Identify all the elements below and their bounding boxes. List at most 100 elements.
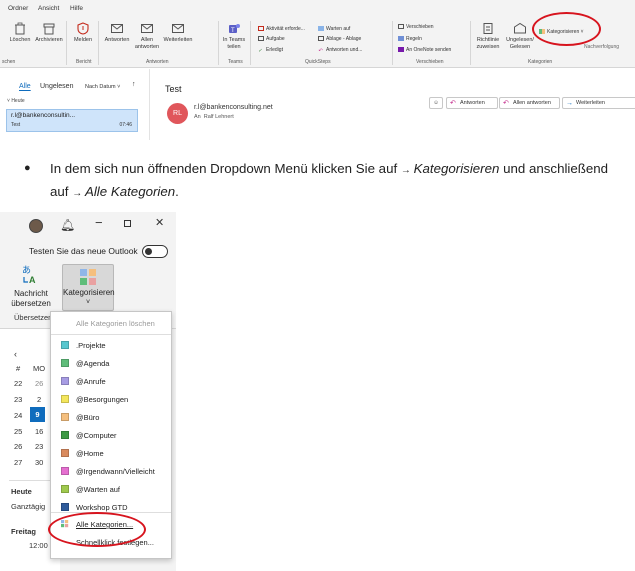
arrow-icon: → [400, 165, 414, 176]
category-item[interactable]: @Agenda [59, 355, 169, 372]
category-item[interactable]: @Computer [59, 427, 169, 444]
ribbon-divider [98, 21, 99, 65]
quickstep-filing[interactable]: Ablage - Ablage [318, 36, 361, 42]
report-button[interactable]: Melden [70, 22, 96, 44]
archive-icon [43, 23, 55, 35]
reply-all-label: Allen antworten [513, 100, 551, 106]
section-header: ˅ Heute [7, 98, 25, 104]
rules-button[interactable]: Regeln [398, 36, 422, 42]
highlight-circle [532, 12, 601, 46]
event-time: 12:00 [29, 541, 48, 550]
minimize-icon[interactable]: − [95, 215, 103, 230]
avatar[interactable] [29, 219, 43, 233]
category-color-swatch [61, 449, 69, 457]
share-teams-button[interactable]: T In Teams teilen [221, 22, 247, 50]
mail-time: 07:46 [119, 122, 132, 128]
calendar-day[interactable]: 26 [35, 379, 43, 388]
instruction-emphasis: Alle Kategorien [84, 184, 176, 199]
forward-button[interactable]: Weiterleiten [162, 22, 194, 44]
instruction-part: . [175, 184, 179, 199]
category-item[interactable]: @Irgendwann/Vielleicht [59, 463, 169, 480]
report-label: Melden [73, 37, 93, 43]
category-color-swatch [61, 485, 69, 493]
chevron-down-icon: ˅ [85, 298, 91, 306]
svg-text:A: A [29, 275, 36, 285]
tab-unread[interactable]: Ungelesen [40, 83, 73, 90]
forward-label: Weiterleiten [163, 37, 193, 43]
menu-bar: Ordner Ansicht Hilfe [0, 0, 635, 16]
quickstep-reply[interactable]: ↶ Antworten und... [318, 47, 362, 54]
calendar-day[interactable]: 2 [37, 395, 41, 404]
menu-ansicht[interactable]: Ansicht [38, 5, 59, 12]
archive-button[interactable]: Archivieren [34, 22, 64, 44]
calendar-day[interactable]: 30 [35, 458, 43, 467]
onenote-button[interactable]: An OneNote senden [398, 47, 451, 53]
clear-all-label: Alle Kategorien löschen [76, 319, 155, 328]
tab-all[interactable]: Alle [19, 83, 31, 90]
followup-button[interactable]: Nachverfolgung [584, 44, 619, 50]
reply-all-button[interactable]: Allen antworten [133, 22, 161, 50]
category-item[interactable]: @Büro [59, 409, 169, 426]
category-color-swatch [61, 503, 69, 511]
task-icon [258, 36, 264, 41]
new-outlook-toggle[interactable] [142, 245, 168, 258]
reading-reply-button[interactable]: ↶ Antworten [446, 97, 498, 109]
quickstep-waiting[interactable]: Warten auf [318, 26, 350, 32]
sort-direction-icon[interactable]: ↑ [132, 81, 136, 88]
mail-list-pane: Alle Ungelesen Nach Datum ˅ ↑ ˅ Heute r.… [0, 69, 150, 140]
clear-all-categories-item[interactable]: Alle Kategorien löschen [59, 315, 169, 332]
quickstep-label: Aufgabe [266, 36, 285, 42]
reply-arrow-icon: ↶ [318, 48, 323, 54]
policy-button[interactable]: Richtlinie zuweisen [474, 22, 502, 50]
calendar-day[interactable]: 23 [35, 442, 43, 451]
forward-arrow-icon: → [566, 100, 573, 107]
reply-button[interactable]: Antworten [102, 22, 132, 44]
group-label: Bericht [76, 59, 92, 65]
svg-text:T: T [231, 28, 235, 34]
menu-ordner[interactable]: Ordner [8, 5, 28, 12]
categorize-dropdown-button[interactable]: Kategorisieren ˅ [62, 264, 115, 311]
move-button[interactable]: Verschieben [398, 24, 434, 30]
mail-list-item[interactable]: r.l@bankenconsultin... Test 07:46 [6, 109, 138, 132]
translate-button[interactable]: あA Nachricht übersetzen [6, 264, 56, 308]
menu-hilfe[interactable]: Hilfe [70, 5, 83, 12]
restore-icon[interactable] [124, 220, 131, 227]
close-icon[interactable]: ✕ [155, 216, 164, 229]
mail-sender: r.l@bankenconsultin... [11, 112, 76, 119]
open-envelope-icon [514, 22, 526, 34]
delete-button[interactable]: Löschen [8, 22, 32, 44]
ribbon-divider [218, 21, 219, 65]
category-label: @Computer [76, 431, 117, 440]
translate-label: Nachricht übersetzen [11, 289, 51, 308]
category-item[interactable]: @Anrufe [59, 373, 169, 390]
category-label: @Warten auf [76, 485, 121, 494]
week-number: 22 [14, 379, 23, 388]
move-icon [398, 24, 404, 29]
category-item[interactable]: @Besorgungen [59, 391, 169, 408]
group-label: Antworten [146, 59, 169, 65]
category-item[interactable]: .Projekte [59, 337, 169, 354]
reading-reply-all-button[interactable]: ↶ Allen antworten [499, 97, 560, 109]
chevron-left-icon[interactable]: ‹ [14, 349, 17, 359]
calendar-day-today[interactable]: 9 [30, 407, 45, 422]
quickstep-action[interactable]: Aktivität erforde... [258, 26, 305, 32]
bell-icon[interactable]: 🔔︎ [60, 218, 75, 232]
arrow-icon: → [72, 188, 85, 199]
title-bar: 🔔︎ − ✕ [0, 212, 176, 240]
quickstep-label: Ablage - Ablage [326, 36, 362, 42]
category-item[interactable]: @Warten auf [59, 481, 169, 498]
read-unread-button[interactable]: Ungelesen/ Gelesen [504, 22, 536, 50]
emoji-react-button[interactable]: ☺ [429, 97, 443, 109]
category-item[interactable]: @Home [59, 445, 169, 462]
translate-icon: あA [22, 265, 36, 285]
calendar-day[interactable]: 16 [35, 427, 43, 436]
move-label: Verschieben [406, 24, 434, 30]
smiley-icon: ☺ [433, 100, 439, 106]
reply-label: Antworten [104, 37, 130, 43]
check-icon: ✓ [258, 48, 263, 54]
quickstep-done[interactable]: ✓ Erledigt [258, 47, 283, 54]
sort-dropdown[interactable]: Nach Datum ˅ [85, 84, 120, 90]
quickstep-task[interactable]: Aufgabe [258, 36, 285, 42]
reading-forward-button[interactable]: → Weiterleiten [562, 97, 635, 109]
all-day-label: Ganztägig [11, 502, 46, 511]
